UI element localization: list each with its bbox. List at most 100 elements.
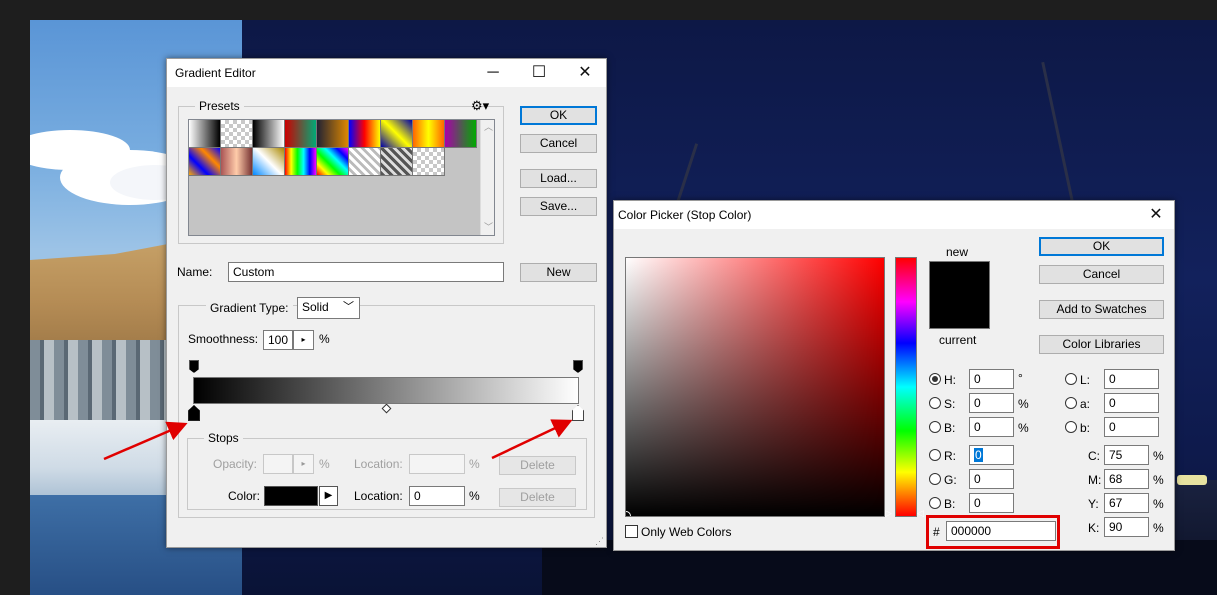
gradient-type-select[interactable]: Solid ﹀	[297, 297, 360, 319]
window-title: Color Picker (Stop Color)	[618, 208, 752, 222]
only-web-colors-checkbox[interactable]	[625, 525, 638, 538]
lab-a-input[interactable]: 0	[1104, 393, 1159, 413]
yellow-label: Y:	[1088, 497, 1099, 511]
saturation-unit: %	[1018, 397, 1029, 411]
delete-color-stop-button[interactable]: Delete	[499, 488, 576, 507]
opacity-stepper[interactable]: ▸	[293, 454, 314, 474]
lab-b-label: b:	[1080, 421, 1091, 435]
ok-button[interactable]: OK	[520, 106, 597, 125]
color-picker-titlebar: Color Picker (Stop Color) ✕	[614, 201, 1174, 229]
preset-swatch[interactable]	[253, 148, 285, 176]
preset-swatch[interactable]	[285, 148, 317, 176]
red-label: R:	[944, 449, 956, 463]
resize-grip-icon[interactable]: ⋰	[595, 536, 604, 547]
blue-input[interactable]: 0	[969, 493, 1014, 513]
opacity-input[interactable]	[263, 454, 293, 474]
gradient-type-label: Gradient Type:	[206, 301, 293, 315]
yellow-unit: %	[1153, 497, 1164, 511]
load-button[interactable]: Load...	[520, 169, 597, 188]
red-radio[interactable]	[929, 449, 941, 461]
brightness-radio[interactable]	[929, 421, 941, 433]
color-libraries-button[interactable]: Color Libraries	[1039, 335, 1164, 354]
preset-swatch[interactable]	[189, 148, 221, 176]
hue-radio[interactable]	[929, 373, 941, 385]
black-unit: %	[1153, 521, 1164, 535]
scroll-down-icon[interactable]: ﹀	[484, 220, 493, 233]
presets-settings-icon[interactable]: ⚙▾	[471, 98, 489, 114]
preset-swatch[interactable]	[285, 120, 317, 148]
delete-opacity-stop-button[interactable]: Delete	[499, 456, 576, 475]
location-unit: %	[469, 489, 480, 503]
current-color-swatch[interactable]	[929, 295, 990, 329]
preset-swatch[interactable]	[349, 120, 381, 148]
new-color-swatch	[929, 261, 990, 295]
preset-swatch[interactable]	[221, 148, 253, 176]
smoothness-stepper[interactable]: ▸	[293, 330, 314, 350]
name-input[interactable]: Custom	[228, 262, 504, 282]
location-input[interactable]: 0	[409, 486, 465, 506]
lab-b-input[interactable]: 0	[1104, 417, 1159, 437]
hue-input[interactable]: 0	[969, 369, 1014, 389]
brightness-input[interactable]: 0	[969, 417, 1014, 437]
saturation-radio[interactable]	[929, 397, 941, 409]
color-menu-button[interactable]: ▶	[319, 486, 338, 506]
location-input-top[interactable]	[409, 454, 465, 474]
opacity-unit: %	[319, 457, 330, 471]
preset-swatch[interactable]	[221, 120, 253, 148]
presets-label: Presets	[195, 99, 244, 113]
preset-swatch[interactable]	[413, 148, 445, 176]
preset-swatch[interactable]	[381, 120, 413, 148]
magenta-unit: %	[1153, 473, 1164, 487]
cancel-button[interactable]: Cancel	[1039, 265, 1164, 284]
hue-slider-right-arrow-icon[interactable]: ◁	[917, 508, 924, 519]
preset-swatch[interactable]	[253, 120, 285, 148]
location-label: Location:	[354, 489, 403, 503]
preset-swatch[interactable]	[317, 120, 349, 148]
smoothness-input[interactable]: 100	[263, 330, 293, 350]
saturation-brightness-field[interactable]	[625, 257, 885, 517]
add-to-swatches-button[interactable]: Add to Swatches	[1039, 300, 1164, 319]
green-radio[interactable]	[929, 473, 941, 485]
yellow-input[interactable]: 67	[1104, 493, 1149, 513]
preset-swatch[interactable]	[317, 148, 349, 176]
stop-color-swatch[interactable]	[264, 486, 318, 506]
preset-swatch[interactable]	[189, 120, 221, 148]
save-button[interactable]: Save...	[520, 197, 597, 216]
preset-swatch[interactable]	[445, 120, 477, 148]
window-title: Gradient Editor	[175, 66, 256, 80]
cancel-button[interactable]: Cancel	[520, 134, 597, 153]
name-label: Name:	[177, 265, 213, 279]
green-input[interactable]: 0	[969, 469, 1014, 489]
ok-button[interactable]: OK	[1039, 237, 1164, 256]
black-input[interactable]: 90	[1104, 517, 1149, 537]
hue-unit: °	[1018, 371, 1023, 385]
lab-a-radio[interactable]	[1065, 397, 1077, 409]
red-value-selected: 0	[974, 448, 983, 462]
red-input[interactable]: 0	[969, 445, 1014, 465]
scroll-up-icon[interactable]: ︿	[484, 120, 493, 133]
lab-b-radio[interactable]	[1065, 421, 1077, 433]
lab-l-radio[interactable]	[1065, 373, 1077, 385]
cyan-unit: %	[1153, 449, 1164, 463]
lab-l-input[interactable]: 0	[1104, 369, 1159, 389]
preset-swatch[interactable]	[349, 148, 381, 176]
hue-label: H:	[944, 373, 956, 387]
close-button[interactable]: ✕	[1137, 201, 1175, 229]
gradient-preview-bar[interactable]	[193, 377, 579, 404]
color-label: Color:	[228, 489, 261, 503]
cyan-label: C:	[1088, 449, 1100, 463]
new-button[interactable]: New	[520, 263, 597, 282]
blue-radio[interactable]	[929, 497, 941, 509]
minimize-button[interactable]: ─	[470, 59, 516, 87]
saturation-input[interactable]: 0	[969, 393, 1014, 413]
brightness-unit: %	[1018, 421, 1029, 435]
hue-slider-left-arrow-icon[interactable]: ▷	[885, 508, 892, 519]
preset-swatch[interactable]	[381, 148, 413, 176]
magenta-input[interactable]: 68	[1104, 469, 1149, 489]
preset-swatch[interactable]	[413, 120, 445, 148]
close-button[interactable]: ✕	[562, 59, 608, 87]
cyan-input[interactable]: 75	[1104, 445, 1149, 465]
presets-scrollbar[interactable]: ︿ ﹀	[480, 120, 494, 235]
hue-slider[interactable]	[895, 257, 917, 517]
maximize-button[interactable]: ☐	[516, 59, 562, 87]
